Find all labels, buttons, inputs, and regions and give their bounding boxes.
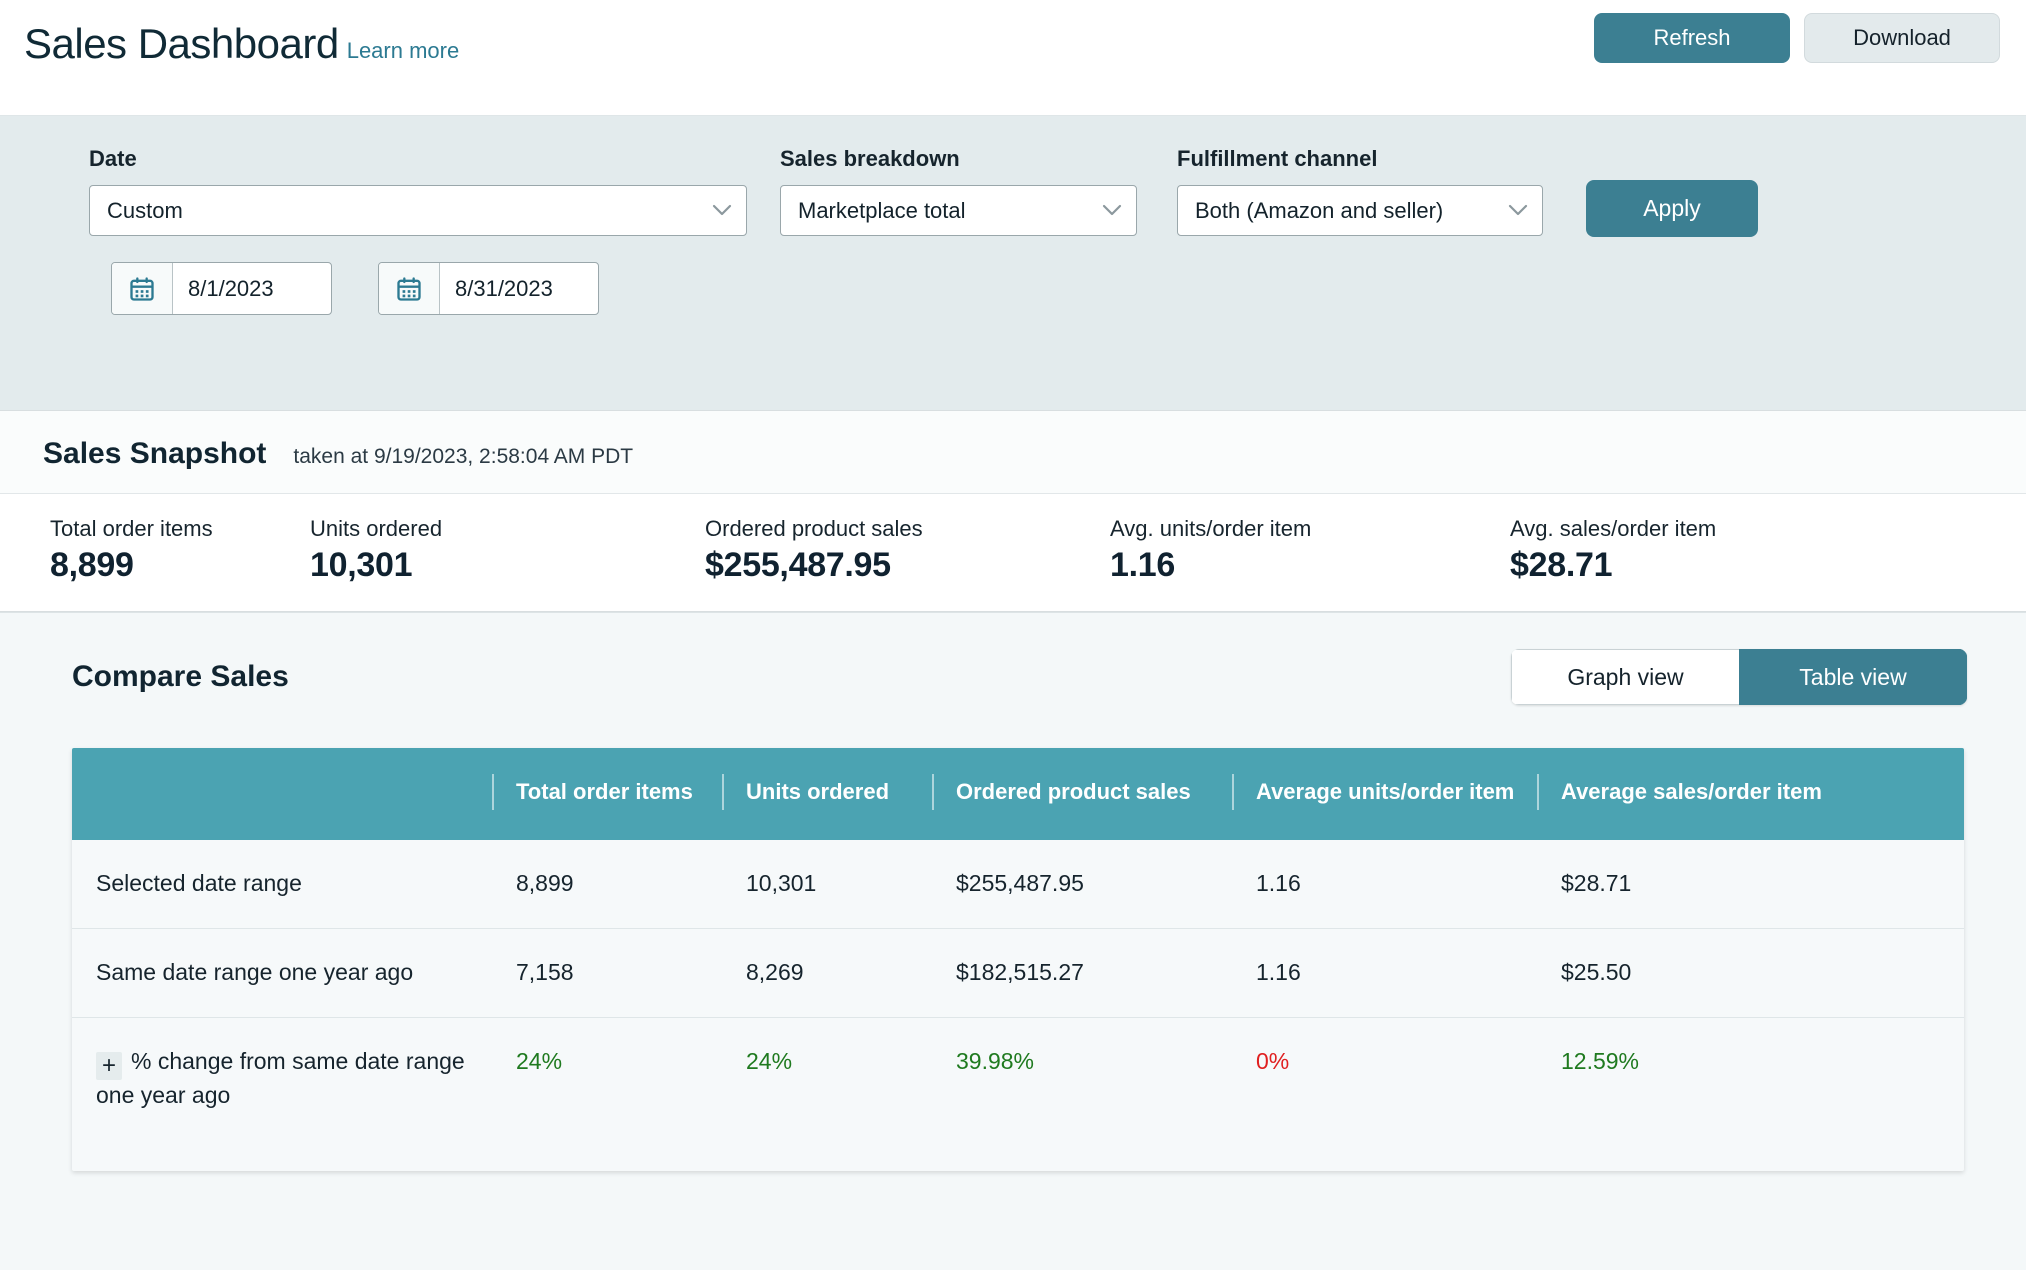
compare-sales-header: Compare Sales Graph view Table view	[0, 613, 2026, 705]
table-body: Selected date range 8,899 10,301 $255,48…	[72, 840, 1964, 1171]
calendar-icon[interactable]	[379, 263, 440, 314]
kpi-row: Total order items 8,899 Units ordered 10…	[0, 494, 2026, 611]
sales-breakdown-label: Sales breakdown	[780, 146, 1137, 172]
chevron-down-icon	[712, 204, 732, 217]
sales-breakdown-group: Sales breakdown Marketplace total	[780, 146, 1137, 236]
cell-units-ordered: 10,301	[722, 840, 932, 928]
sales-snapshot-section: Sales Snapshot taken at 9/19/2023, 2:58:…	[0, 410, 2026, 612]
column-header-blank	[72, 748, 492, 840]
kpi-value: 10,301	[310, 546, 705, 585]
kpi-units-ordered: Units ordered 10,301	[310, 516, 705, 585]
filter-row: Date Custom	[0, 146, 2026, 315]
table-head: Total order items Units ordered Ordered …	[72, 748, 1964, 840]
date-range-select[interactable]: Custom	[89, 185, 747, 236]
kpi-value: 8,899	[50, 546, 310, 585]
column-header-average-units-per-order-item: Average units/order item	[1232, 748, 1537, 840]
table-row: Same date range one year ago 7,158 8,269…	[72, 928, 1964, 1017]
date-range-select-value: Custom	[107, 198, 183, 224]
kpi-avg-units-per-order-item: Avg. units/order item 1.16	[1110, 516, 1510, 585]
compare-sales-section: Compare Sales Graph view Table view Tota…	[0, 612, 2026, 1270]
sales-breakdown-select[interactable]: Marketplace total	[780, 185, 1137, 236]
cell-average-units-per-order-item: 0%	[1232, 1017, 1537, 1171]
column-header-total-order-items: Total order items	[492, 748, 722, 840]
date-filter-group: Date Custom	[89, 146, 747, 315]
cell-average-sales-per-order-item: 12.59%	[1537, 1017, 1964, 1171]
apply-button[interactable]: Apply	[1586, 180, 1758, 237]
start-date-input-group[interactable]	[111, 262, 332, 315]
cell-total-order-items: 24%	[492, 1017, 722, 1171]
row-label-percent-change: +% change from same date range one year …	[72, 1017, 492, 1171]
chevron-down-icon	[1508, 204, 1528, 217]
chevron-down-icon	[1102, 204, 1122, 217]
table-row: +% change from same date range one year …	[72, 1017, 1964, 1171]
date-label: Date	[89, 146, 747, 172]
compare-sales-table-card: Total order items Units ordered Ordered …	[72, 748, 1964, 1171]
column-header-units-ordered: Units ordered	[722, 748, 932, 840]
header-actions: Refresh Download	[1594, 13, 2000, 63]
tab-graph-view[interactable]: Graph view	[1511, 649, 1739, 705]
cell-total-order-items: 7,158	[492, 928, 722, 1017]
fulfillment-channel-select-value: Both (Amazon and seller)	[1195, 198, 1443, 224]
kpi-value: 1.16	[1110, 546, 1510, 585]
snapshot-header: Sales Snapshot taken at 9/19/2023, 2:58:…	[0, 411, 2026, 494]
expand-row-toggle[interactable]: +	[96, 1052, 122, 1080]
end-date-input[interactable]	[440, 263, 598, 314]
download-button[interactable]: Download	[1804, 13, 2000, 63]
kpi-label: Total order items	[50, 516, 310, 542]
cell-ordered-product-sales: 39.98%	[932, 1017, 1232, 1171]
sales-breakdown-select-value: Marketplace total	[798, 198, 966, 224]
cell-average-units-per-order-item: 1.16	[1232, 928, 1537, 1017]
cell-average-sales-per-order-item: $28.71	[1537, 840, 1964, 928]
fulfillment-channel-select[interactable]: Both (Amazon and seller)	[1177, 185, 1543, 236]
kpi-label: Ordered product sales	[705, 516, 1110, 542]
end-date-input-group[interactable]	[378, 262, 599, 315]
filter-bar: Date Custom	[0, 115, 2026, 410]
tab-table-view[interactable]: Table view	[1739, 649, 1967, 705]
cell-average-units-per-order-item: 1.16	[1232, 840, 1537, 928]
row-label-text: % change from same date range one year a…	[96, 1048, 465, 1108]
fulfillment-channel-label: Fulfillment channel	[1177, 146, 1543, 172]
title-group: Sales Dashboard Learn more	[24, 22, 459, 66]
column-header-ordered-product-sales: Ordered product sales	[932, 748, 1232, 840]
kpi-avg-sales-per-order-item: Avg. sales/order item $28.71	[1510, 516, 1910, 585]
compare-sales-title: Compare Sales	[72, 660, 289, 694]
cell-units-ordered: 24%	[722, 1017, 932, 1171]
kpi-total-order-items: Total order items 8,899	[0, 516, 310, 585]
kpi-label: Avg. sales/order item	[1510, 516, 1910, 542]
date-input-row	[89, 262, 747, 315]
apply-button-wrap: Apply	[1586, 146, 1758, 237]
fulfillment-channel-group: Fulfillment channel Both (Amazon and sel…	[1177, 146, 1543, 236]
kpi-ordered-product-sales: Ordered product sales $255,487.95	[705, 516, 1110, 585]
column-header-average-sales-per-order-item: Average sales/order item	[1537, 748, 1964, 840]
cell-units-ordered: 8,269	[722, 928, 932, 1017]
view-toggle-group: Graph view Table view	[1511, 649, 1967, 705]
calendar-icon[interactable]	[112, 263, 173, 314]
page-title: Sales Dashboard	[24, 22, 339, 66]
kpi-label: Units ordered	[310, 516, 705, 542]
row-label: Selected date range	[72, 840, 492, 928]
kpi-value: $28.71	[1510, 546, 1910, 585]
compare-sales-table: Total order items Units ordered Ordered …	[72, 748, 1964, 1171]
snapshot-title: Sales Snapshot	[43, 437, 266, 471]
start-date-input[interactable]	[173, 263, 331, 314]
snapshot-timestamp: taken at 9/19/2023, 2:58:04 AM PDT	[293, 445, 633, 469]
cell-total-order-items: 8,899	[492, 840, 722, 928]
cell-ordered-product-sales: $182,515.27	[932, 928, 1232, 1017]
learn-more-link[interactable]: Learn more	[347, 38, 460, 64]
kpi-label: Avg. units/order item	[1110, 516, 1510, 542]
page-header: Sales Dashboard Learn more Refresh Downl…	[0, 0, 2026, 115]
cell-average-sales-per-order-item: $25.50	[1537, 928, 1964, 1017]
row-label: Same date range one year ago	[72, 928, 492, 1017]
table-header-row: Total order items Units ordered Ordered …	[72, 748, 1964, 840]
kpi-value: $255,487.95	[705, 546, 1110, 585]
table-row: Selected date range 8,899 10,301 $255,48…	[72, 840, 1964, 928]
refresh-button[interactable]: Refresh	[1594, 13, 1790, 63]
cell-ordered-product-sales: $255,487.95	[932, 840, 1232, 928]
